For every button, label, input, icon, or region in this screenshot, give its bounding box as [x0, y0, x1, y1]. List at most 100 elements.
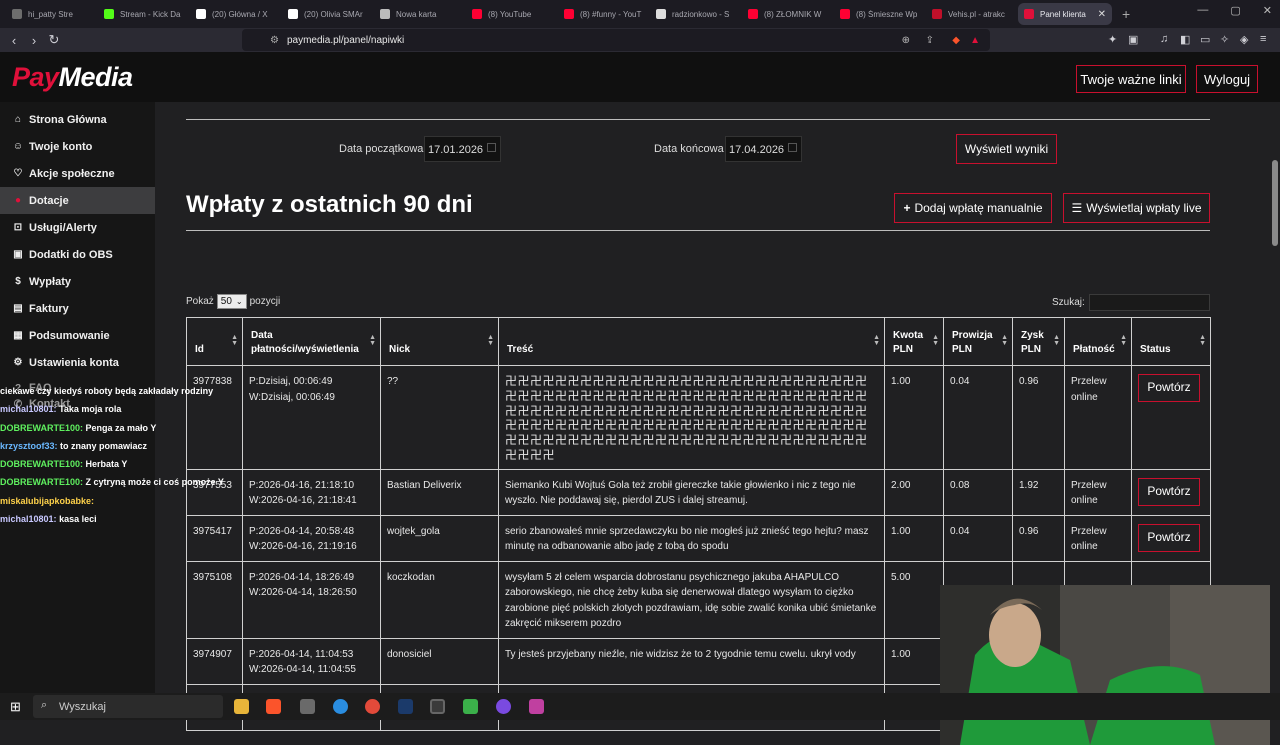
- column-header-label: Płatność: [1073, 344, 1115, 355]
- table-cell-pw: P:2026-04-14, 18:26:49 W:2026-04-14, 18:2…: [242, 560, 381, 639]
- search-input[interactable]: [1088, 294, 1210, 311]
- steam-icon[interactable]: [398, 699, 413, 714]
- sidebar-item-video[interactable]: ▣ Dodatki do OBS: [0, 241, 155, 268]
- column-header[interactable]: Kwota PLN ▲ ▼: [884, 317, 944, 366]
- menu-icon[interactable]: ≡: [1260, 33, 1266, 45]
- start-date-input[interactable]: 17.01.2026: [424, 136, 501, 162]
- browser-tab[interactable]: (8) #funny - YouT: [558, 3, 648, 25]
- windows-start-icon[interactable]: ⊞: [10, 699, 21, 715]
- browser-tab[interactable]: Nowa karta: [374, 3, 464, 25]
- show-live-button[interactable]: ☰ Wyświetlaj wpłaty live: [1063, 193, 1210, 223]
- obs-icon[interactable]: [430, 699, 445, 714]
- leo-icon[interactable]: ✧: [1220, 33, 1229, 46]
- browser-tab[interactable]: (8) ZŁOMNIK W: [742, 3, 832, 25]
- sidebar-item-user[interactable]: ☺ Twoje konto: [0, 133, 155, 160]
- column-header[interactable]: Status ▲ ▼: [1131, 317, 1211, 366]
- end-date-input[interactable]: 17.04.2026: [725, 136, 802, 162]
- zoom-icon[interactable]: ⊕: [902, 35, 910, 46]
- tab-favicon-icon: [564, 9, 574, 19]
- repeat-button[interactable]: Powtórz: [1138, 523, 1200, 552]
- page-length-select[interactable]: 50 ⌄: [216, 294, 247, 309]
- browser-tab-bar: hi_patty Stre Stream - Kick Da (20) Główna…: [0, 0, 1280, 28]
- maximize-icon[interactable]: ▢: [1230, 4, 1240, 17]
- column-header[interactable]: Zysk PLN ▲ ▼: [1012, 317, 1065, 366]
- minimize-icon[interactable]: —: [1197, 4, 1208, 17]
- chat-text: to znany pomawiacz: [60, 440, 148, 451]
- column-header[interactable]: Data płatności/wyświetlenia ▲ ▼: [242, 317, 381, 366]
- file-explorer-icon[interactable]: [234, 699, 249, 714]
- calendar-icon[interactable]: [487, 143, 496, 152]
- cell-text: 1.00: [891, 376, 911, 387]
- browser-tab[interactable]: radzionkowo - S: [650, 3, 740, 25]
- cell-text: Ty jesteś przyjebany nieźle, nie widzisz…: [505, 648, 856, 660]
- browser-tab[interactable]: (8) YouTube: [466, 3, 556, 25]
- browser-tab[interactable]: Vehis.pl - atrakc: [926, 3, 1016, 25]
- brave-shield-icon[interactable]: ◆: [952, 35, 960, 46]
- forward-icon[interactable]: ›: [24, 33, 44, 48]
- app2-icon[interactable]: [529, 699, 544, 714]
- scrollbar-thumb[interactable]: [1272, 160, 1278, 246]
- reload-icon[interactable]: ↻: [44, 32, 64, 48]
- app-icon[interactable]: [300, 699, 315, 714]
- repeat-button[interactable]: Powtórz: [1138, 477, 1200, 506]
- edge-icon[interactable]: [333, 699, 348, 714]
- browser-tab[interactable]: (20) Główna / X: [190, 3, 280, 25]
- brave-browser-icon[interactable]: [266, 699, 281, 714]
- column-header[interactable]: Płatność ▲ ▼: [1064, 317, 1132, 366]
- browser-tab[interactable]: (20) Olivia SMAr: [282, 3, 372, 25]
- tab-favicon-icon: [840, 9, 850, 19]
- close-window-icon[interactable]: ✕: [1263, 4, 1272, 17]
- taskbar-search[interactable]: ⌕ Wyszukaj: [33, 695, 223, 718]
- tab-title: Panel klienta: [1040, 9, 1086, 19]
- sidebar-item-heart[interactable]: ♡ Akcje społeczne: [0, 160, 155, 187]
- site-info-icon[interactable]: ⚙: [270, 35, 279, 46]
- sidebar-item-cart[interactable]: ⊡ Usługi/Alerty: [0, 214, 155, 241]
- column-header[interactable]: Nick ▲ ▼: [380, 317, 499, 366]
- add-manual-payment-button[interactable]: + Dodaj wpłatę manualnie: [894, 193, 1052, 223]
- browser-tab[interactable]: hi_patty Stre: [6, 3, 96, 25]
- sort-icon: ▲ ▼: [1120, 334, 1127, 347]
- logout-button[interactable]: Wyloguj: [1196, 65, 1258, 93]
- chat-message: miskalubijapkobabke:: [0, 492, 260, 510]
- plus-icon: +: [903, 201, 911, 215]
- browser-tab[interactable]: Panel klienta ✕: [1018, 3, 1112, 25]
- browser-tab[interactable]: Stream - Kick Da: [98, 3, 188, 25]
- display-date: W:2026-04-16, 21:18:41: [249, 495, 357, 507]
- sidebar-item-gear[interactable]: ⚙ Ustawienia konta: [0, 349, 155, 376]
- play-app-icon[interactable]: [463, 699, 478, 714]
- calendar-icon[interactable]: [788, 143, 797, 152]
- column-header-label: Kwota PLN: [893, 330, 923, 355]
- back-icon[interactable]: ‹: [4, 33, 24, 48]
- dollar-icon: $: [15, 276, 21, 287]
- rewards-icon[interactable]: ▲: [970, 35, 980, 46]
- chrome-icon[interactable]: [365, 699, 380, 714]
- paymedia-logo[interactable]: PayMedia: [12, 62, 133, 93]
- vpn-icon[interactable]: ◈: [1240, 33, 1248, 46]
- url-bar[interactable]: ⚙ paymedia.pl/panel/napiwki ⊕ ⇪ ◆ ▲: [242, 29, 990, 51]
- table-cell-nick: koczkodan: [380, 560, 499, 639]
- repeat-button[interactable]: Powtórz: [1138, 374, 1200, 402]
- important-links-button[interactable]: Twoje ważne linki: [1076, 65, 1186, 93]
- new-tab-icon[interactable]: +: [1122, 6, 1130, 22]
- close-tab-icon[interactable]: ✕: [1098, 9, 1106, 20]
- show-results-button[interactable]: Wyświetl wyniki: [956, 134, 1057, 164]
- panel-icon[interactable]: ◧: [1180, 33, 1190, 46]
- sidebar-item-donation[interactable]: ● Dotacje: [0, 187, 155, 214]
- payment-date: P:2026-04-16, 21:18:10: [249, 479, 355, 491]
- sidebar-toggle-icon[interactable]: ▣: [1128, 33, 1138, 46]
- sidebar-item-summary[interactable]: ▦ Podsumowanie: [0, 322, 155, 349]
- sidebar-item-dollar[interactable]: $ Wypłaty: [0, 268, 155, 295]
- browser-tab[interactable]: (8) Śmieszne Wp: [834, 3, 924, 25]
- wallet-icon[interactable]: ▭: [1200, 33, 1210, 46]
- column-header[interactable]: Prowizja PLN ▲ ▼: [943, 317, 1013, 366]
- scrollbar[interactable]: [1270, 154, 1280, 745]
- extensions-icon[interactable]: ✦: [1108, 33, 1117, 46]
- share-icon[interactable]: ⇪: [926, 35, 934, 46]
- sidebar-item-home[interactable]: ⌂ Strona Główna: [0, 106, 155, 133]
- music-icon[interactable]: ♫: [1160, 33, 1168, 45]
- column-header[interactable]: Id ▲ ▼: [186, 317, 243, 366]
- column-header[interactable]: Treść ▲ ▼: [498, 317, 885, 366]
- discord-icon[interactable]: [496, 699, 511, 714]
- chat-username: DOBREWARTE100:: [0, 422, 84, 433]
- sidebar-item-invoice[interactable]: ▤ Faktury: [0, 295, 155, 322]
